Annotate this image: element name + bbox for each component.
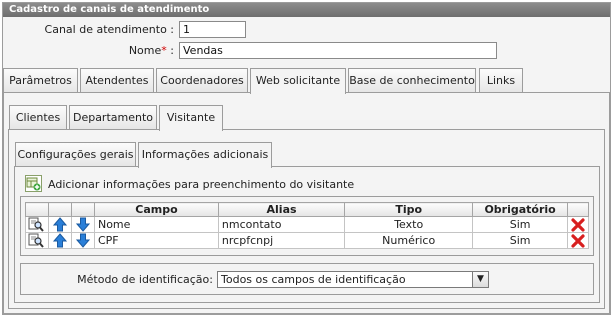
campo-cell: CPF — [93, 232, 219, 249]
tab-clientes[interactable]: Clientes — [9, 105, 67, 129]
tab-base-conhecimento[interactable]: Base de conhecimento — [348, 68, 476, 92]
col-edit-header — [25, 202, 49, 217]
add-info-button[interactable] — [25, 175, 42, 192]
tipo-cell: Numérico — [344, 232, 474, 249]
name-label-row: Nome* : — [20, 44, 174, 57]
tab-links[interactable]: Links — [479, 68, 523, 92]
identification-select[interactable]: Todos os campos de identificação ▼ — [217, 271, 489, 288]
col-campo-header: Campo — [93, 202, 219, 217]
arrow-up-icon[interactable] — [52, 217, 68, 232]
tipo-cell: Texto — [344, 216, 474, 233]
col-down-header — [70, 202, 95, 217]
col-delete-header — [566, 202, 590, 217]
delete-x-icon[interactable] — [570, 233, 586, 248]
add-info-label: Adicionar informações para preenchimento… — [48, 178, 355, 191]
add-table-icon — [26, 177, 41, 191]
move-up-cell[interactable] — [47, 232, 72, 249]
tab-configuracoes-gerais[interactable]: Configurações gerais — [15, 142, 136, 166]
col-obrigatorio-header: Obrigatório — [472, 202, 568, 217]
tab-visitante[interactable]: Visitante — [159, 105, 223, 131]
obrigatorio-cell: Sim — [472, 216, 568, 233]
table-row: CPF nrcpfcnpj Numérico Sim — [25, 232, 590, 249]
table-row: Nome nmcontato Texto Sim — [25, 216, 590, 233]
tab-departamento[interactable]: Departamento — [69, 105, 157, 129]
arrow-up-icon[interactable] — [52, 233, 68, 248]
delete-cell[interactable] — [566, 216, 590, 233]
name-label: Nome — [128, 44, 162, 57]
alias-cell: nrcpfcnpj — [217, 232, 346, 249]
obrigatorio-cell: Sim — [472, 232, 568, 249]
arrow-down-icon[interactable] — [75, 217, 91, 232]
edit-cell[interactable] — [25, 216, 49, 233]
col-tipo-header: Tipo — [344, 202, 474, 217]
tab-web-solicitante[interactable]: Web solicitante — [250, 68, 346, 94]
channel-input[interactable] — [179, 21, 246, 38]
move-down-cell[interactable] — [70, 232, 95, 249]
tab-atendentes[interactable]: Atendentes — [80, 68, 154, 92]
name-colon: : — [170, 44, 174, 57]
move-up-cell[interactable] — [47, 216, 72, 233]
identification-label: Método de identificação: — [77, 273, 213, 286]
panel-title: Cadastro de canais de atendimento — [3, 3, 610, 17]
channel-label: Canal de atendimento : — [44, 23, 174, 36]
alias-cell: nmcontato — [217, 216, 346, 233]
fields-table: Campo Alias Tipo Obrigatório Nome nmcont… — [25, 202, 590, 249]
table-header-row: Campo Alias Tipo Obrigatório — [25, 202, 590, 217]
tab-coordenadores[interactable]: Coordenadores — [156, 68, 248, 92]
tab-informacoes-adicionais[interactable]: Informações adicionais — [138, 142, 272, 168]
name-input[interactable] — [179, 42, 497, 59]
campo-cell: Nome — [93, 216, 219, 233]
delete-cell[interactable] — [566, 232, 590, 249]
col-up-header — [47, 202, 72, 217]
edit-cell[interactable] — [25, 232, 49, 249]
move-down-cell[interactable] — [70, 216, 95, 233]
tab-parametros[interactable]: Parâmetros — [3, 68, 78, 92]
edit-magnifier-icon[interactable] — [28, 233, 44, 248]
identification-selected: Todos os campos de identificação — [221, 273, 406, 286]
required-asterisk: * — [161, 44, 167, 57]
chevron-down-icon[interactable]: ▼ — [472, 272, 488, 287]
arrow-down-icon[interactable] — [75, 233, 91, 248]
delete-x-icon[interactable] — [570, 217, 586, 232]
edit-magnifier-icon[interactable] — [28, 217, 44, 232]
col-alias-header: Alias — [217, 202, 346, 217]
